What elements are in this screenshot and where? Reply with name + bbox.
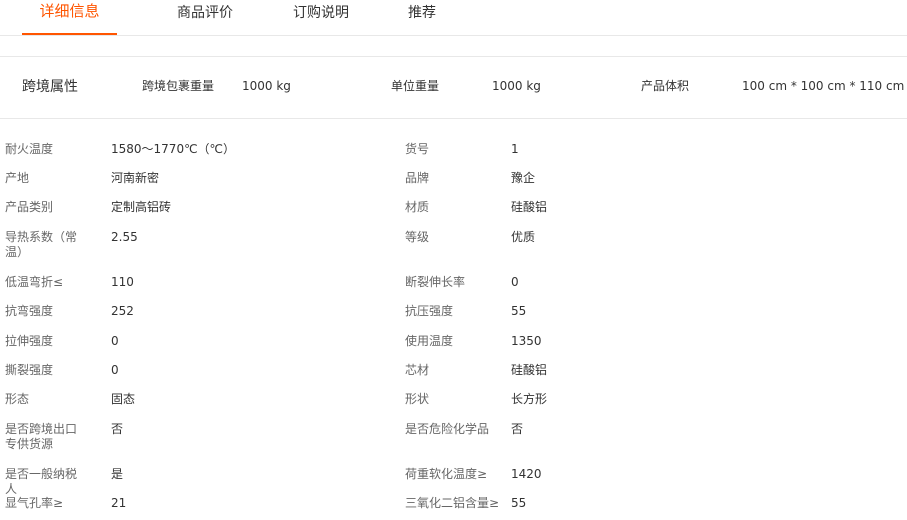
- attr-label: 抗弯强度: [5, 304, 54, 318]
- attr-value: 2.55: [111, 230, 138, 244]
- attr-value: 1350: [511, 334, 542, 348]
- attr-value: 21: [111, 496, 127, 510]
- attr-label: 抗压强度: [405, 304, 454, 318]
- attr-value: 1: [511, 142, 519, 156]
- attr-value: 否: [111, 422, 124, 436]
- attr-label: 低温弯折≤: [5, 275, 64, 289]
- attr-label: 品牌: [405, 171, 430, 185]
- attr-label: 是否一般纳税人: [5, 467, 78, 496]
- attr-value: 1420: [511, 467, 542, 481]
- attr-label: 导热系数（常温）: [5, 230, 78, 259]
- attr-label: 拉伸强度: [5, 334, 54, 348]
- attr-label: 产品类别: [5, 200, 54, 214]
- attr-label: 断裂伸长率: [405, 275, 466, 289]
- attr-value: 长方形: [511, 392, 548, 406]
- attr-label: 形状: [405, 392, 430, 406]
- attr-label: 材质: [405, 200, 430, 214]
- attr-value: 110: [111, 275, 134, 289]
- attr-label: 芯材: [405, 363, 430, 377]
- attr-label: 产地: [5, 171, 30, 185]
- attr-value: 硅酸铝: [511, 363, 548, 377]
- attr-value: 0: [111, 334, 119, 348]
- attr-label: 是否危险化学品: [405, 422, 490, 436]
- attr-value: 是: [111, 467, 124, 481]
- attr-value: 固态: [111, 392, 136, 406]
- attr-label: 荷重软化温度≥: [405, 467, 488, 481]
- attr-value: 河南新密: [111, 171, 160, 185]
- attr-value: 豫企: [511, 171, 536, 185]
- attr-value: 252: [111, 304, 134, 318]
- attr-label: 三氧化二铝含量≥: [405, 496, 500, 510]
- attr-value: 优质: [511, 230, 536, 244]
- attr-label: 耐火温度: [5, 142, 54, 156]
- attr-label: 货号: [405, 142, 430, 156]
- product-detail-page: 详细信息 商品评价 订购说明 推荐 跨境属性 跨境包裹重量 1000 kg 单位…: [0, 0, 907, 520]
- attr-label: 等级: [405, 230, 430, 244]
- attr-value: 55: [511, 496, 527, 510]
- attr-label: 使用温度: [405, 334, 454, 348]
- attr-value: 1580～1770℃（℃）: [111, 142, 236, 156]
- attr-value: 0: [111, 363, 119, 377]
- attributes-grid: 耐火温度 1580～1770℃（℃） 产地 河南新密 产品类别 定制高铝砖 导热…: [0, 0, 907, 520]
- attr-value: 硅酸铝: [511, 200, 548, 214]
- attr-label: 显气孔率≥: [5, 496, 64, 510]
- attr-value: 否: [511, 422, 524, 436]
- attr-label: 形态: [5, 392, 30, 406]
- attr-label: 是否跨境出口专供货源: [5, 422, 78, 451]
- attr-value: 55: [511, 304, 527, 318]
- attr-value: 0: [511, 275, 519, 289]
- attr-value: 定制高铝砖: [111, 200, 172, 214]
- attr-label: 撕裂强度: [5, 363, 54, 377]
